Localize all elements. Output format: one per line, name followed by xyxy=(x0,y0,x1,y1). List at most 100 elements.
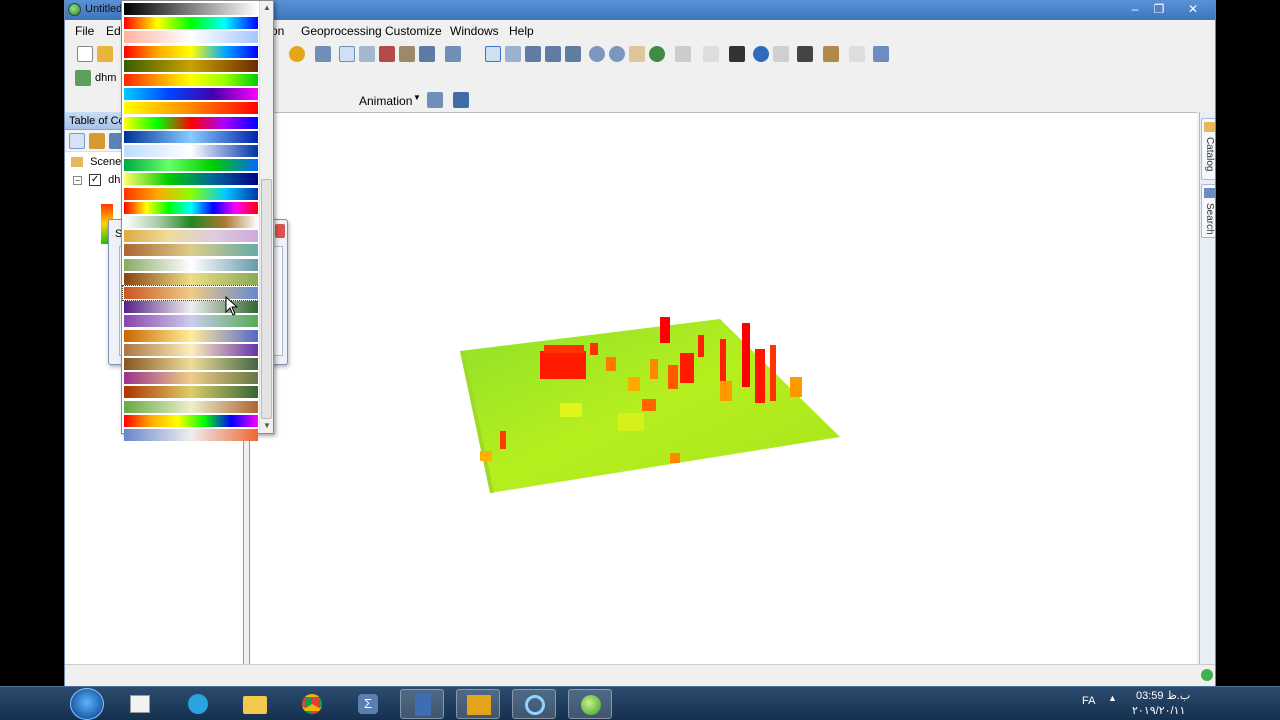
color-ramp-option[interactable] xyxy=(124,59,258,72)
narrow-fov-icon[interactable] xyxy=(675,46,691,62)
python-icon[interactable] xyxy=(399,46,415,62)
model-builder-icon[interactable] xyxy=(419,46,435,62)
taskbar-explorer[interactable] xyxy=(233,689,277,719)
color-ramp-option[interactable] xyxy=(124,429,258,441)
list-by-drawing-order-icon[interactable] xyxy=(69,133,85,149)
color-ramp-option[interactable] xyxy=(124,116,258,129)
menu-customize[interactable]: Customize xyxy=(385,24,442,38)
color-ramp-option[interactable] xyxy=(124,358,258,370)
show-hidden-icons-icon[interactable]: ▲ xyxy=(1108,693,1117,703)
scene-viewer[interactable] xyxy=(249,112,1197,664)
clock-date[interactable]: ۲۰۱۹/۲۰/۱۱ xyxy=(1132,704,1185,717)
minimize-icon[interactable]: – xyxy=(1123,0,1147,18)
open-folder-icon[interactable] xyxy=(97,46,113,62)
color-ramp-option[interactable] xyxy=(124,258,258,271)
color-ramp-option[interactable] xyxy=(124,3,258,15)
taskbar-search-app[interactable] xyxy=(512,689,556,719)
color-ramp-option[interactable] xyxy=(124,315,258,328)
collapse-icon[interactable]: − xyxy=(73,175,82,185)
toolbox-icon[interactable] xyxy=(379,46,395,62)
color-ramp-option[interactable] xyxy=(124,74,258,86)
color-ramp-option[interactable] xyxy=(124,145,258,157)
target-center-icon[interactable] xyxy=(525,46,541,62)
scroll-up-icon[interactable]: ▲ xyxy=(260,1,274,15)
color-ramp-option[interactable] xyxy=(124,201,258,214)
taskbar-video-editor[interactable] xyxy=(456,689,500,719)
html-popup-icon[interactable] xyxy=(773,46,789,62)
menu-windows[interactable]: Windows xyxy=(450,24,499,38)
close-icon[interactable]: ✕ xyxy=(1177,0,1209,18)
color-ramp-option[interactable] xyxy=(124,386,258,399)
taskbar-arcmap[interactable] xyxy=(400,689,444,719)
zoom-to-target-icon[interactable] xyxy=(545,46,561,62)
color-ramp-option[interactable] xyxy=(124,88,258,101)
screen-left-margin xyxy=(0,0,64,686)
color-ramp-option[interactable] xyxy=(124,216,258,228)
select-features-icon[interactable] xyxy=(729,46,745,62)
color-ramp-option[interactable] xyxy=(124,187,258,200)
layer-visibility-checkbox[interactable]: ✓ xyxy=(89,174,102,187)
full-extent-icon[interactable] xyxy=(649,46,665,62)
layer-row[interactable]: − ✓ dhr xyxy=(73,174,124,187)
menu-geoprocessing[interactable]: Geoprocessing xyxy=(301,24,382,38)
layer-name-label[interactable]: dhm xyxy=(95,72,116,84)
scene-properties-icon[interactable] xyxy=(339,46,355,62)
color-ramp-option[interactable] xyxy=(124,414,258,427)
language-indicator[interactable]: FA xyxy=(1082,695,1095,707)
color-ramp-option[interactable] xyxy=(124,31,258,44)
clear-selection-icon[interactable] xyxy=(849,46,865,62)
fly-tool-icon[interactable] xyxy=(505,46,521,62)
taskbar-math[interactable]: Σ xyxy=(346,689,390,719)
color-ramp-option[interactable] xyxy=(124,17,258,30)
capture-view-icon[interactable] xyxy=(427,92,443,108)
menu-file[interactable]: File xyxy=(75,24,94,38)
search-tab[interactable]: Search xyxy=(1201,184,1215,238)
color-ramp-option[interactable] xyxy=(124,400,258,413)
measure-icon[interactable] xyxy=(823,46,839,62)
clock-time[interactable]: 03:59 ب.ظ xyxy=(1136,689,1190,702)
color-ramp-option[interactable] xyxy=(124,102,258,115)
restore-icon[interactable]: ❐ xyxy=(1147,0,1171,18)
add-data-icon[interactable] xyxy=(289,46,305,62)
tool-dropdown-icon[interactable] xyxy=(445,46,461,62)
3d-effects-icon[interactable] xyxy=(873,46,889,62)
find-icon[interactable] xyxy=(797,46,813,62)
animation-menu[interactable]: Animation xyxy=(359,94,412,108)
pan-icon[interactable] xyxy=(629,46,645,62)
set-observer-icon[interactable] xyxy=(565,46,581,62)
scene-layers-row[interactable]: Scene l xyxy=(71,156,127,168)
taskbar-chrome[interactable] xyxy=(290,689,334,719)
chevron-down-icon[interactable]: ▼ xyxy=(413,93,421,102)
color-ramp-option[interactable] xyxy=(124,45,258,58)
catalog-window-icon[interactable] xyxy=(359,46,375,62)
color-ramp-option[interactable] xyxy=(124,244,258,257)
color-ramp-option[interactable] xyxy=(124,130,258,143)
taskbar-editor[interactable] xyxy=(118,689,162,719)
color-ramp-option[interactable] xyxy=(124,329,258,342)
zoom-out-icon[interactable] xyxy=(609,46,625,62)
color-ramp-option[interactable] xyxy=(124,272,258,285)
expand-fov-icon[interactable] xyxy=(703,46,719,62)
list-by-source-icon[interactable] xyxy=(89,133,105,149)
color-ramp-option[interactable] xyxy=(124,173,258,186)
color-ramp-option[interactable] xyxy=(124,372,258,385)
dropdown-scrollbar[interactable]: ▲ ▼ xyxy=(259,1,273,433)
start-button[interactable] xyxy=(70,688,104,720)
scroll-thumb[interactable] xyxy=(261,179,272,419)
animation-controls-icon[interactable] xyxy=(453,92,469,108)
layer-properties-icon[interactable] xyxy=(315,46,331,62)
zoom-in-icon[interactable] xyxy=(589,46,605,62)
color-ramp-option[interactable] xyxy=(124,343,258,356)
color-ramp-option[interactable] xyxy=(124,159,258,172)
taskbar-telegram[interactable] xyxy=(176,689,220,719)
color-ramp-option[interactable] xyxy=(124,230,258,243)
navigate-tool-icon[interactable] xyxy=(485,46,501,62)
catalog-tab[interactable]: Catalog xyxy=(1201,118,1215,180)
dialog-close-icon[interactable] xyxy=(275,224,285,238)
color-ramp-dropdown[interactable]: ▲ ▼ xyxy=(121,0,274,441)
scroll-down-icon[interactable]: ▼ xyxy=(260,419,274,433)
identify-icon[interactable] xyxy=(753,46,769,62)
menu-help[interactable]: Help xyxy=(509,24,534,38)
taskbar-arcscene[interactable] xyxy=(568,689,612,719)
new-document-icon[interactable] xyxy=(77,46,93,62)
